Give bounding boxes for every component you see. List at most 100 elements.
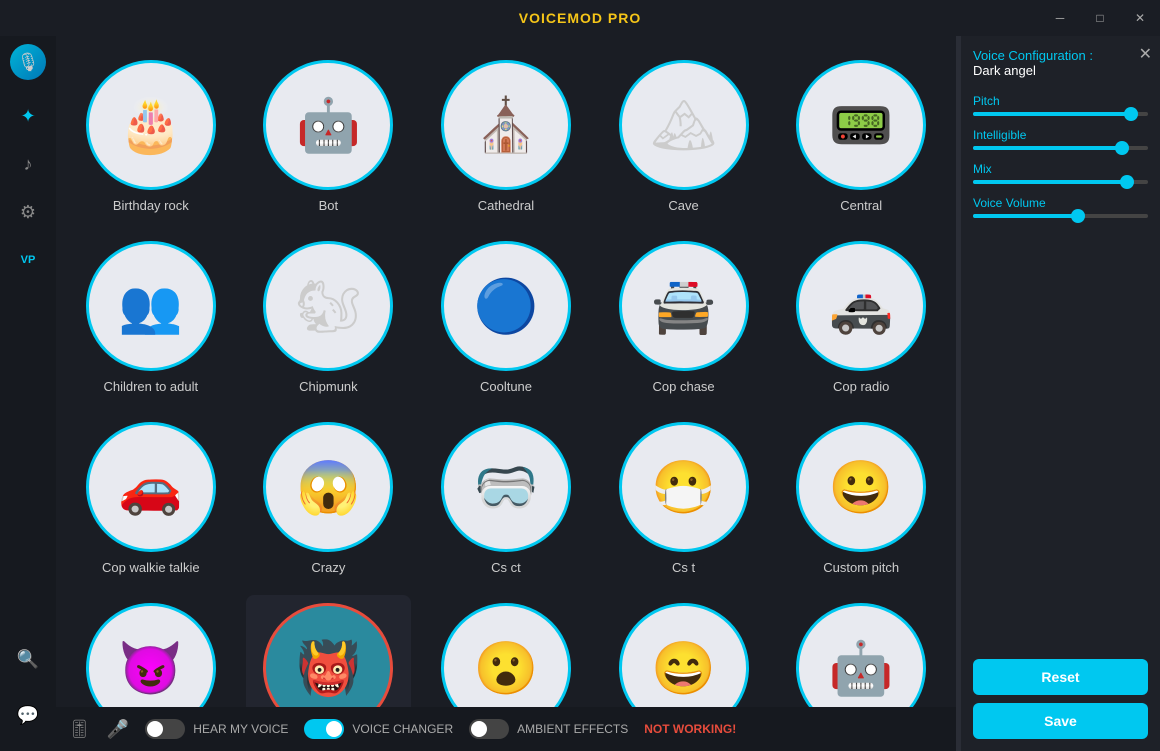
voice-circle-double: 😄	[619, 603, 749, 707]
voice-card-cs-ct[interactable]: 🥽Cs ct	[423, 414, 589, 583]
voice-card-central[interactable]: 📟 Central	[778, 52, 944, 221]
voice-circle-cop-walkie-talkie: 🚗	[86, 422, 216, 552]
settings-icon: ⚙	[20, 202, 36, 223]
minimize-button[interactable]: ─	[1040, 0, 1080, 36]
content-area: 🎂Birthday rock🤖Bot⛪Cathedral🏔Cave📟Centra…	[56, 36, 956, 751]
right-panel: ✕ Voice Configuration : Dark angel Pitch…	[960, 36, 1160, 751]
voice-circle-cave: 🏔	[619, 60, 749, 190]
maximize-button[interactable]: □	[1080, 0, 1120, 36]
voice-circle-dark-angel: 👹	[263, 603, 393, 707]
voice-card-cooltune[interactable]: 🔵Cooltune	[423, 233, 589, 402]
voice-label-chipmunk: Chipmunk	[299, 379, 358, 394]
slider-label-intelligible: Intelligible	[973, 128, 1148, 142]
voice-label-central: Central	[840, 198, 882, 213]
voice-card-double[interactable]: 😄Double	[601, 595, 767, 707]
voice-label-cooltune: Cooltune	[480, 379, 532, 394]
slider-section-pitch: Pitch	[973, 94, 1148, 116]
voice-card-cathedral[interactable]: ⛪Cathedral	[423, 52, 589, 221]
main-layout: 🎙 ✦ ♪ ⚙ VP 🔍 💬 🎂Birthday rock🤖Bot⛪Cathed…	[0, 36, 1160, 751]
slider-track-pitch[interactable]	[973, 112, 1148, 116]
voice-card-cop-walkie-talkie[interactable]: 🚗 Cop walkie talkie	[68, 414, 234, 583]
voice-label-birthday-rock: Birthday rock	[113, 198, 189, 213]
voice-card-children-to-adult[interactable]: 👥Children to adult	[68, 233, 234, 402]
sidebar: 🎙 ✦ ♪ ⚙ VP 🔍 💬	[0, 36, 56, 751]
ambient-toggle[interactable]	[469, 719, 509, 739]
sidebar-item-vp[interactable]: VP	[8, 240, 48, 280]
voice-circle-central: 📟	[796, 60, 926, 190]
voice-circle-cop-chase: 🚔	[619, 241, 749, 371]
voice-label-cop-radio: Cop radio	[833, 379, 889, 394]
slider-track-mix[interactable]	[973, 180, 1148, 184]
hear-label: HEAR MY VOICE	[193, 722, 288, 736]
slider-thumb-mix[interactable]	[1120, 175, 1134, 189]
slider-fill-mix	[973, 180, 1127, 184]
voice-label-cs-ct: Cs ct	[491, 560, 521, 575]
search-icon: 🔍	[17, 649, 39, 670]
slider-fill-voice-volume	[973, 214, 1078, 218]
reset-button[interactable]: Reset	[973, 659, 1148, 695]
effects-icon: ✦	[20, 106, 35, 127]
voice-card-cop-chase[interactable]: 🚔Cop chase	[601, 233, 767, 402]
voice-card-chipmunk[interactable]: 🐿Chipmunk	[246, 233, 412, 402]
slider-container: Pitch Intelligible Mix Voice Volume	[973, 82, 1148, 230]
voice-card-dron[interactable]: 🤖Dron	[778, 595, 944, 707]
mixer-icon[interactable]: 🎚	[68, 719, 91, 740]
voice-card-crazy[interactable]: 😱Crazy	[246, 414, 412, 583]
slider-section-voice-volume: Voice Volume	[973, 196, 1148, 218]
mic-off-icon[interactable]: 🎤	[107, 719, 129, 740]
voice-circle-cop-radio: 🚓	[796, 241, 926, 371]
voice-card-custom-pitch[interactable]: 😀Custom pitch	[778, 414, 944, 583]
hear-toggle-group: HEAR MY VOICE	[145, 719, 288, 739]
voice-card-bot[interactable]: 🤖 Bot	[246, 52, 412, 221]
not-working-label: NOT WORKING!	[644, 722, 736, 736]
changer-toggle-knob	[326, 721, 342, 737]
slider-track-voice-volume[interactable]	[973, 214, 1148, 218]
status-bar: 🎚 🎤 HEAR MY VOICE VOICE CHANGER AMBIENT …	[56, 707, 956, 751]
slider-thumb-pitch[interactable]	[1124, 107, 1138, 121]
panel-buttons: Reset Save	[973, 659, 1148, 739]
voice-label-cs-t: Cs t	[672, 560, 695, 575]
slider-label-mix: Mix	[973, 162, 1148, 176]
slider-thumb-voice-volume[interactable]	[1071, 209, 1085, 223]
sidebar-item-effects[interactable]: ✦	[8, 96, 48, 136]
voice-card-cop-radio[interactable]: 🚓 Cop radio	[778, 233, 944, 402]
voice-label-bot: Bot	[319, 198, 339, 213]
hear-toggle-knob	[147, 721, 163, 737]
sidebar-item-chat[interactable]: 💬	[8, 695, 48, 735]
sidebar-item-settings[interactable]: ⚙	[8, 192, 48, 232]
voice-card-cave[interactable]: 🏔 Cave	[601, 52, 767, 221]
save-button[interactable]: Save	[973, 703, 1148, 739]
sidebar-item-music[interactable]: ♪	[8, 144, 48, 184]
voice-label-cave: Cave	[668, 198, 698, 213]
voice-card-dark-angel[interactable]: 👹Dark angel	[246, 595, 412, 707]
changer-toggle[interactable]	[304, 719, 344, 739]
slider-label-pitch: Pitch	[973, 94, 1148, 108]
voice-card-cs-t[interactable]: 😷Cs t	[601, 414, 767, 583]
ambient-toggle-knob	[471, 721, 487, 737]
vp-icon: VP	[21, 254, 36, 266]
ambient-toggle-group: AMBIENT EFFECTS	[469, 719, 628, 739]
slider-section-intelligible: Intelligible	[973, 128, 1148, 150]
sidebar-item-search[interactable]: 🔍	[8, 639, 48, 679]
voice-circle-dron: 🤖	[796, 603, 926, 707]
changer-toggle-group: VOICE CHANGER	[304, 719, 453, 739]
voice-label-crazy: Crazy	[311, 560, 345, 575]
panel-close-button[interactable]: ✕	[1139, 44, 1152, 64]
app-title: VOICEMOD PRO	[519, 10, 641, 26]
voice-card-deep[interactable]: 😮Deep	[423, 595, 589, 707]
slider-track-intelligible[interactable]	[973, 146, 1148, 150]
slider-fill-intelligible	[973, 146, 1122, 150]
voice-circle-deep: 😮	[441, 603, 571, 707]
panel-title-label: Voice Configuration :	[973, 48, 1093, 63]
slider-section-mix: Mix	[973, 162, 1148, 184]
voice-label-cop-walkie-talkie: Cop walkie talkie	[102, 560, 200, 575]
voice-grid: 🎂Birthday rock🤖Bot⛪Cathedral🏔Cave📟Centra…	[56, 36, 956, 707]
voice-card-dark[interactable]: 😈Dark	[68, 595, 234, 707]
voice-circle-custom-pitch: 😀	[796, 422, 926, 552]
close-button[interactable]: ✕	[1120, 0, 1160, 36]
changer-label: VOICE CHANGER	[352, 722, 453, 736]
voice-circle-bot: 🤖	[263, 60, 393, 190]
hear-toggle[interactable]	[145, 719, 185, 739]
slider-thumb-intelligible[interactable]	[1115, 141, 1129, 155]
voice-card-birthday-rock[interactable]: 🎂Birthday rock	[68, 52, 234, 221]
